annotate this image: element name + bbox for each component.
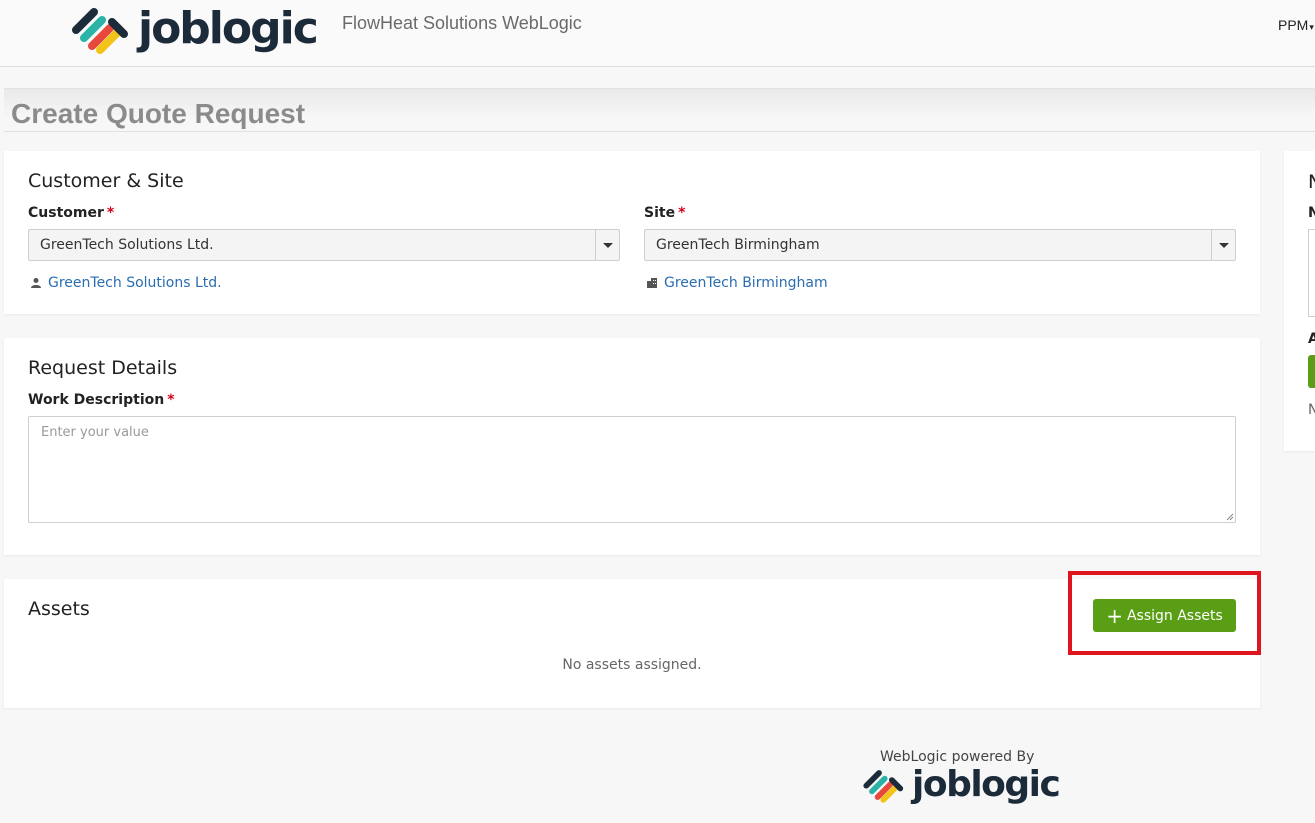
- side-panel-card: N N A N: [1284, 151, 1315, 451]
- side-panel-button[interactable]: [1308, 355, 1315, 388]
- building-icon: [647, 278, 657, 288]
- page-title: Create Quote Request: [11, 98, 306, 129]
- user-menu[interactable]: PPM▾: [1278, 17, 1314, 33]
- assets-empty-message: No assets assigned.: [562, 657, 702, 673]
- joblogic-logo[interactable]: joblogic: [70, 3, 319, 54]
- side-panel-note: N: [1308, 402, 1315, 418]
- side-panel-heading: N: [1308, 171, 1315, 193]
- highlight-annotation: [1068, 571, 1261, 655]
- resize-grip-icon[interactable]: [1224, 511, 1234, 521]
- footer-joblogic-logo: joblogic: [862, 764, 1061, 805]
- dropdown-arrow-icon[interactable]: [1211, 230, 1235, 260]
- powered-by-text: WebLogic powered By: [880, 749, 1035, 765]
- company-name: FlowHeat Solutions WebLogic: [342, 13, 582, 33]
- site-link[interactable]: GreenTech Birmingham: [646, 275, 828, 291]
- user-menu-label: PPM: [1278, 17, 1309, 33]
- dropdown-arrow-icon[interactable]: [595, 230, 619, 260]
- site-label: Site *: [644, 205, 686, 221]
- request-details-card: Request Details Work Description *: [4, 338, 1260, 555]
- joblogic-mark-icon: [72, 8, 128, 54]
- customer-select-value: GreenTech Solutions Ltd.: [40, 237, 214, 253]
- customer-link-text[interactable]: GreenTech Solutions Ltd.: [48, 275, 222, 291]
- customer-site-card: Customer & Site Customer * GreenTech Solu…: [4, 151, 1260, 314]
- customer-site-heading: Customer & Site: [28, 170, 184, 192]
- person-icon: [31, 278, 41, 288]
- customer-label: Customer *: [28, 205, 115, 221]
- assets-heading: Assets: [28, 598, 90, 620]
- required-marker: *: [167, 392, 175, 408]
- required-marker: *: [678, 205, 686, 221]
- required-marker: *: [106, 205, 115, 221]
- brand-name: joblogic: [138, 3, 319, 54]
- customer-select[interactable]: GreenTech Solutions Ltd.: [28, 229, 620, 261]
- top-navbar: joblogic FlowHeat Solutions WebLogic PPM…: [0, 0, 1315, 67]
- site-link-text[interactable]: GreenTech Birmingham: [664, 275, 828, 291]
- side-panel-label-2: A: [1308, 331, 1315, 347]
- customer-link[interactable]: GreenTech Solutions Ltd.: [30, 275, 222, 291]
- caret-down-icon: ▾: [1309, 22, 1314, 32]
- site-select-value: GreenTech Birmingham: [656, 237, 820, 253]
- joblogic-mark-icon: [863, 770, 904, 803]
- footer-brand-name: joblogic: [912, 764, 1061, 805]
- work-description-input[interactable]: [28, 416, 1236, 523]
- side-panel-label: N: [1308, 205, 1315, 221]
- request-details-heading: Request Details: [28, 357, 178, 379]
- side-panel-input[interactable]: [1308, 229, 1315, 317]
- work-description-label: Work Description *: [28, 392, 175, 408]
- site-select[interactable]: GreenTech Birmingham: [644, 229, 1236, 261]
